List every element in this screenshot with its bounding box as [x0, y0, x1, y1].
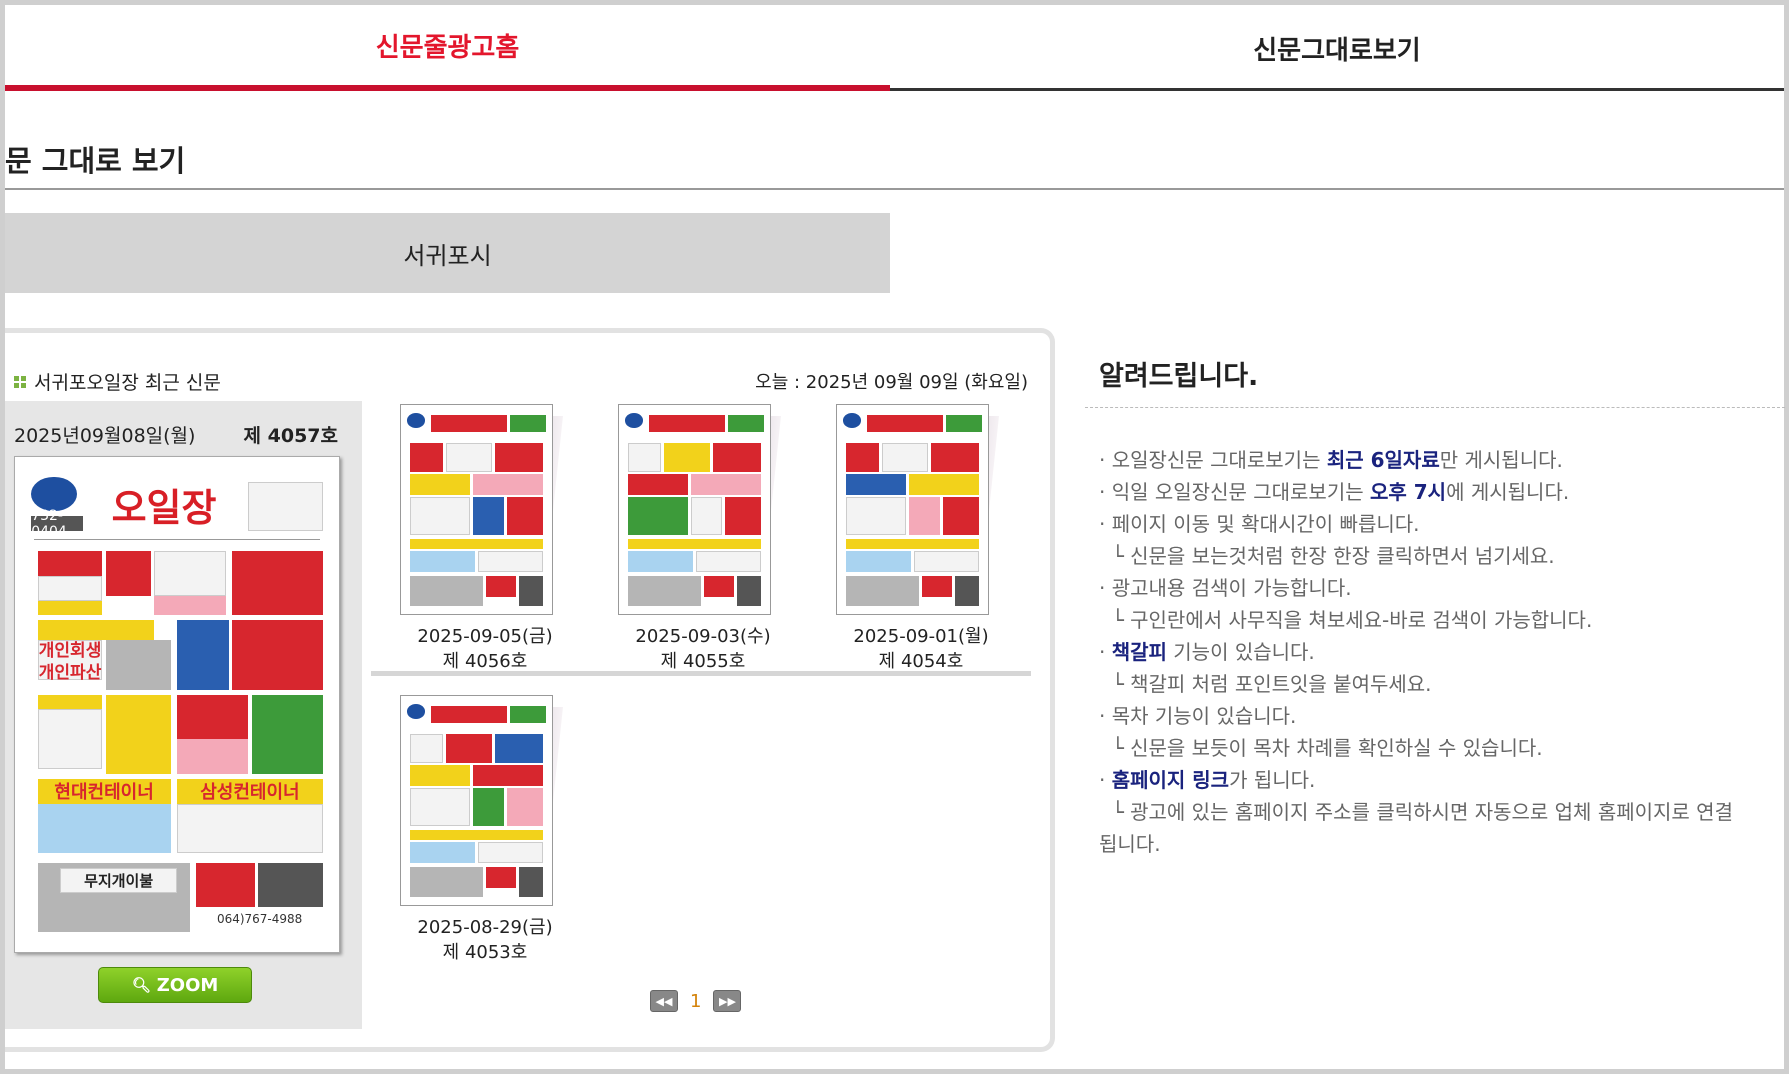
today-date: 오늘 : 2025년 09월 09일 (화요일)	[755, 372, 1028, 393]
prev-page-button[interactable]: ◀◀	[650, 990, 678, 1012]
latest-issue: 2025년09월08일(월) 제 4057호 오일장 732-0404 개인회생	[5, 401, 362, 1029]
notice-line: · 목차 기능이 있습니다.	[1099, 704, 1297, 728]
panel-title-text: 서귀포오일장 최근 신문	[34, 372, 221, 394]
cover-logo: 오일장	[111, 485, 217, 530]
cover-banner-1: 현대컨테이너	[37, 778, 171, 804]
bullet-squares-icon	[14, 375, 26, 388]
issue-date: 2025-09-03(수)	[635, 626, 771, 647]
cover-bottom-phone: 064)767-4988	[216, 912, 303, 927]
zoom-label: ZOOM	[156, 974, 219, 996]
issue-date: 2025-09-05(금)	[417, 626, 553, 647]
cover-banner-2: 삼성컨테이너	[177, 778, 323, 804]
issue-cover-thumbnail[interactable]	[836, 404, 989, 615]
issue-cover-thumbnail[interactable]	[400, 695, 553, 906]
cover-headline-1: 개인회생	[38, 641, 102, 662]
double-right-arrow-icon: ▶▶	[718, 994, 736, 1008]
page-title: 문 그대로 보기	[5, 144, 186, 178]
latest-issue-number: 제 4057호	[243, 425, 338, 447]
issue-thumbnail-4054[interactable]: 2025-09-01(월) 제 4054호	[816, 404, 999, 672]
issue-date: 2025-08-29(금)	[417, 917, 553, 938]
issue-thumbnail-4055[interactable]: 2025-09-03(수) 제 4055호	[598, 404, 781, 672]
tab-ad-home[interactable]: 신문줄광고홈	[5, 5, 890, 91]
region-selector[interactable]: 서귀포시	[5, 213, 890, 293]
notice-divider	[1085, 407, 1785, 408]
latest-issue-date: 2025년09월08일(월)	[14, 425, 196, 447]
notice-line: · 홈페이지 링크가 됩니다.	[1099, 768, 1316, 792]
search-icon: 🔍︎	[131, 976, 151, 994]
cover-headline-2: 개인파산	[38, 663, 102, 684]
zoom-button[interactable]: 🔍︎ ZOOM	[98, 967, 252, 1003]
newspaper-cover-art: 오일장 732-0404 개인회생 개인파산 현대컨테이너 삼성컨테이너 무지개…	[15, 457, 339, 952]
issue-number: 제 4055호	[660, 651, 746, 672]
issue-number: 제 4053호	[442, 942, 528, 963]
next-page-button[interactable]: ▶▶	[713, 990, 742, 1012]
notice-line: · 책갈피 기능이 있습니다.	[1099, 640, 1315, 664]
issue-date: 2025-09-01(월)	[853, 626, 989, 647]
notice-line: · 페이지 이동 및 확대시간이 빠릅니다.	[1099, 512, 1420, 536]
homepage-link[interactable]: 홈페이지 링크	[1112, 768, 1229, 792]
notice-line: 됩니다.	[1099, 832, 1161, 856]
notice-line: · 익일 오일장신문 그대로보기는 오후 7시에 게시됩니다.	[1099, 480, 1570, 504]
notice-line: · 오일장신문 그대로보기는 최근 6일자료만 게시됩니다.	[1099, 448, 1563, 472]
issue-cover-thumbnail[interactable]	[400, 404, 553, 615]
double-left-arrow-icon: ◀◀	[655, 994, 673, 1008]
notice-line: └ 책갈피 처럼 포인트잇을 붙여두세요.	[1099, 672, 1432, 696]
issue-cover-thumbnail[interactable]	[618, 404, 771, 615]
notice-line: └ 구인란에서 사무직을 쳐보세요-바로 검색이 가능합니다.	[1099, 608, 1593, 632]
page-number[interactable]: 1	[690, 991, 701, 1012]
heading-divider	[5, 188, 1784, 190]
tab-newspaper-view[interactable]: 신문그대로보기	[890, 5, 1784, 91]
notice-line: └ 광고에 있는 홈페이지 주소를 클릭하시면 자동으로 업체 홈페이지로 연결	[1099, 800, 1733, 824]
latest-issue-cover[interactable]: 오일장 732-0404 개인회생 개인파산 현대컨테이너 삼성컨테이너 무지개…	[14, 456, 340, 953]
pagination: ◀◀ 1 ▶▶	[650, 990, 742, 1012]
cover-phone: 732-0404	[31, 508, 84, 540]
notice-line: · 광고내용 검색이 가능합니다.	[1099, 576, 1352, 600]
notice-title: 알려드립니다.	[1099, 361, 1259, 392]
top-tabs: 신문줄광고홈 신문그대로보기	[5, 5, 1784, 91]
issue-number: 제 4054호	[878, 651, 964, 672]
panel-title: 서귀포오일장 최근 신문	[14, 368, 221, 395]
cover-bottom-ad: 무지개이불	[60, 867, 177, 893]
issue-thumbnail-4056[interactable]: 2025-09-05(금) 제 4056호	[380, 404, 563, 672]
notice-list: · 오일장신문 그대로보기는 최근 6일자료만 게시됩니다. · 익일 오일장신…	[1099, 444, 1789, 860]
issue-thumbnail-4053[interactable]: 2025-08-29(금) 제 4053호	[380, 695, 563, 963]
row-divider	[371, 671, 1031, 676]
bookmark-link[interactable]: 책갈피	[1112, 640, 1167, 664]
issue-number: 제 4056호	[442, 651, 528, 672]
notice-line: └ 신문을 보듯이 목차 차례를 확인하실 수 있습니다.	[1099, 736, 1543, 760]
recent-newspapers-panel: 서귀포오일장 최근 신문 오늘 : 2025년 09월 09일 (화요일) 20…	[5, 328, 1055, 1052]
notice-line: └ 신문을 보는것처럼 한장 한장 클릭하면서 넘기세요.	[1099, 544, 1555, 568]
